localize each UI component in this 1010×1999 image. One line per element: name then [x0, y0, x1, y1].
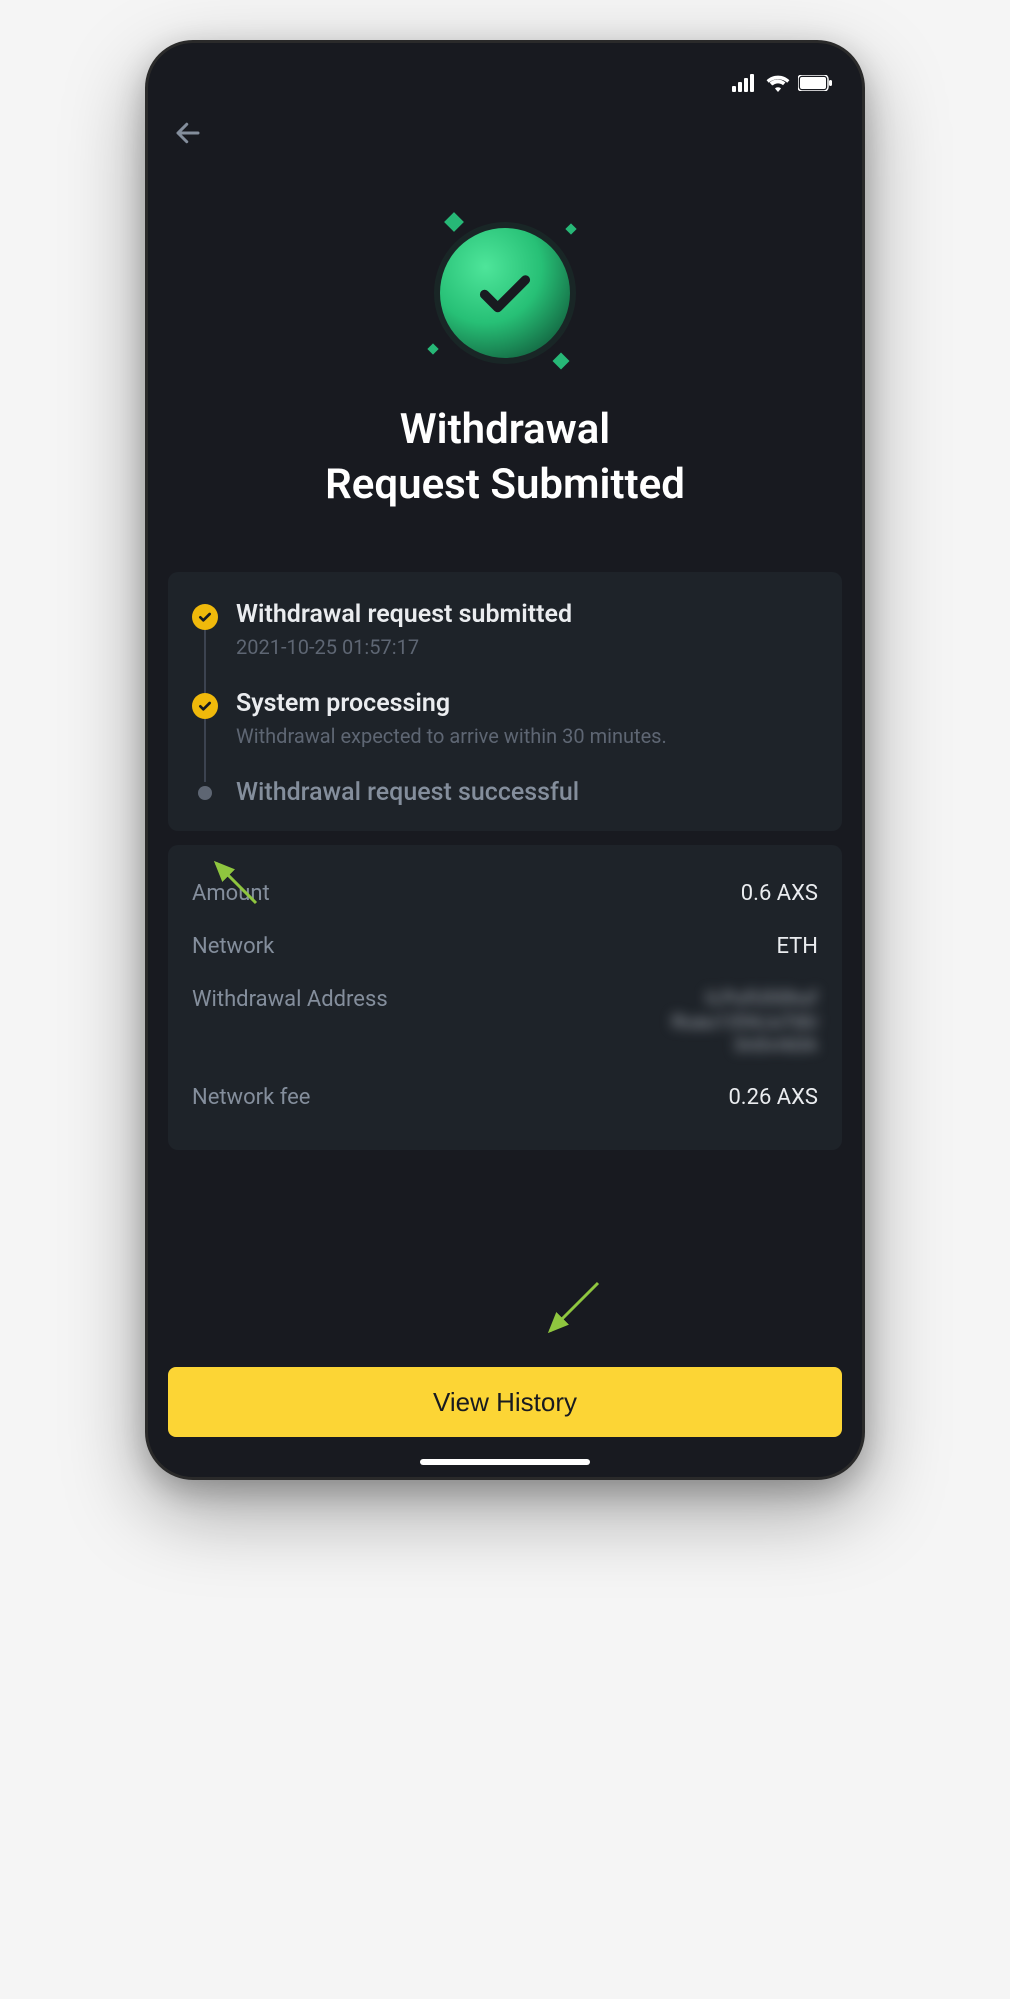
step-connector	[204, 719, 206, 782]
detail-value: ETH	[776, 934, 818, 959]
arrow-left-icon	[173, 118, 203, 148]
success-icon	[425, 213, 585, 373]
step-title: System processing	[236, 689, 818, 718]
wifi-icon	[766, 74, 790, 92]
sparkle-icon	[444, 212, 464, 232]
detail-fee: Network fee 0.26 AXS	[192, 1071, 818, 1124]
detail-label: Network fee	[192, 1085, 310, 1110]
step-processing: System processing Withdrawal expected to…	[192, 689, 818, 748]
progress-card: Withdrawal request submitted 2021-10-25 …	[168, 572, 842, 831]
battery-icon	[798, 75, 832, 91]
sparkle-icon	[553, 353, 570, 370]
sparkle-icon	[427, 343, 438, 354]
detail-label: Amount	[192, 881, 270, 906]
step-subtitle: 2021-10-25 01:57:17	[236, 635, 818, 659]
footer: View History	[148, 1337, 862, 1477]
step-dot-done-icon	[192, 693, 218, 719]
step-connector	[204, 630, 206, 693]
step-subtitle: Withdrawal expected to arrive within 30 …	[236, 724, 818, 748]
detail-network: Network ETH	[192, 920, 818, 973]
status-bar	[148, 43, 862, 103]
step-title: Withdrawal request submitted	[236, 600, 818, 629]
detail-value: 0.6 AXS	[741, 881, 818, 906]
detail-label: Network	[192, 934, 274, 959]
sparkle-icon	[565, 223, 576, 234]
nav-bar	[148, 103, 862, 163]
view-history-button[interactable]: View History	[168, 1367, 842, 1437]
detail-label: Withdrawal Address	[192, 987, 388, 1012]
check-icon	[470, 258, 540, 328]
signal-icon	[732, 74, 758, 92]
main-content: Withdrawal Request Submitted Withdrawal …	[148, 163, 862, 1337]
step-title: Withdrawal request successful	[236, 778, 818, 807]
detail-amount: Amount 0.6 AXS	[192, 867, 818, 920]
details-card: Amount 0.6 AXS Network ETH Withdrawal Ad…	[168, 845, 842, 1150]
detail-value-redacted: ILPufUSShuf Ruau1354JuTdU 3n0vrk0A	[672, 987, 818, 1057]
home-indicator[interactable]	[420, 1459, 590, 1465]
page-title: Withdrawal Request Submitted	[325, 403, 685, 512]
step-successful: Withdrawal request successful	[192, 778, 818, 807]
step-dot-done-icon	[192, 604, 218, 630]
step-dot-pending-icon	[198, 786, 212, 800]
phone-frame: Withdrawal Request Submitted Withdrawal …	[145, 40, 865, 1480]
step-submitted: Withdrawal request submitted 2021-10-25 …	[192, 600, 818, 659]
detail-value: 0.26 AXS	[728, 1085, 818, 1110]
detail-address: Withdrawal Address ILPufUSShuf Ruau1354J…	[192, 973, 818, 1071]
back-button[interactable]	[166, 111, 210, 155]
